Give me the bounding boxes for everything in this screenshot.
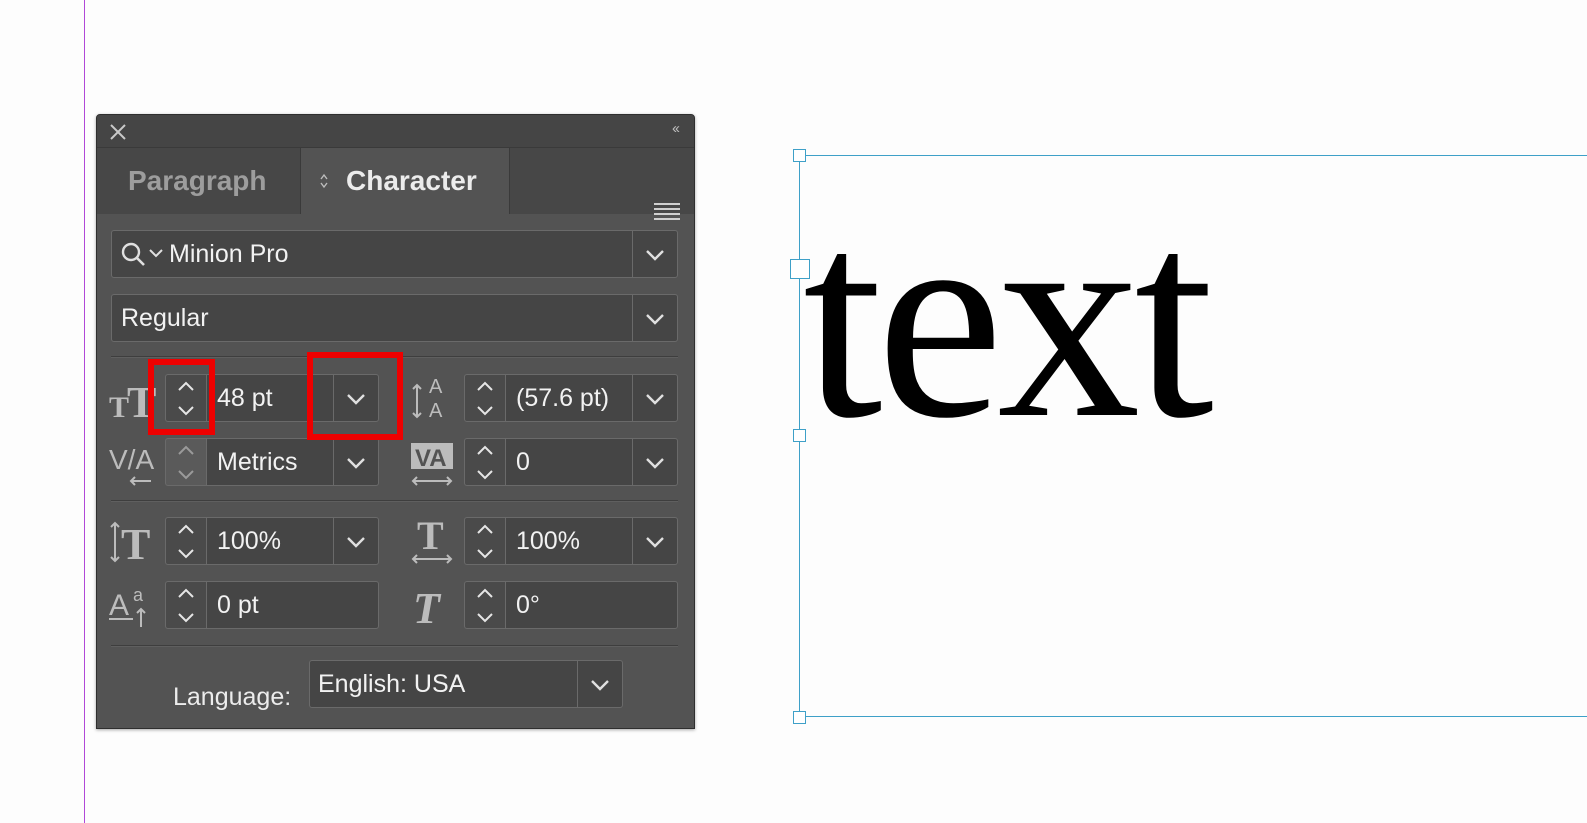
divider — [111, 645, 678, 647]
close-icon[interactable] — [107, 121, 129, 143]
horizontal-scale-field[interactable]: 100% — [505, 517, 678, 565]
baseline-shift-icon: A a — [109, 585, 146, 627]
tracking-field[interactable]: 0 — [505, 438, 678, 486]
leading-dropdown[interactable] — [632, 375, 677, 421]
language-label: Language: — [173, 683, 292, 711]
chevron-down-icon — [646, 394, 664, 405]
kerning-icon: V/A — [109, 444, 154, 486]
svg-text:V/A: V/A — [109, 444, 154, 475]
leading-stepper[interactable] — [464, 374, 506, 422]
svg-text:T: T — [121, 520, 150, 565]
language-dropdown[interactable] — [577, 661, 622, 707]
horizontal-scale-dropdown[interactable] — [632, 518, 677, 564]
skew-stepper[interactable] — [464, 581, 506, 629]
baseline-shift-field[interactable]: 0 pt — [206, 581, 379, 629]
font-style-field[interactable]: Regular — [111, 294, 678, 342]
tab-paragraph-label: Paragraph — [128, 165, 267, 196]
leading-icon: A A — [412, 376, 443, 421]
svg-text:A: A — [109, 589, 129, 622]
svg-text:a: a — [133, 585, 144, 605]
skew-icon: T — [413, 584, 442, 629]
tracking-dropdown[interactable] — [632, 439, 677, 485]
tracking-icon: VA — [411, 443, 453, 486]
stepper-arrows-icon — [477, 524, 493, 559]
stepper-arrows-icon — [477, 588, 493, 623]
horizontal-scale-icon: T — [411, 517, 453, 564]
chevron-down-icon — [646, 314, 664, 325]
vertical-scale-value: 100% — [217, 527, 281, 555]
stepper-arrows-icon — [477, 381, 493, 416]
horizontal-scale-stepper[interactable] — [464, 517, 506, 565]
stepper-arrows-icon — [178, 588, 194, 623]
font-style-value: Regular — [121, 304, 209, 332]
svg-text:A: A — [429, 376, 443, 398]
leading-value: (57.6 pt) — [516, 384, 610, 412]
panel-tabs: Paragraph Character — [97, 148, 694, 220]
svg-text:VA: VA — [415, 445, 447, 472]
chevron-down-icon — [646, 250, 664, 261]
tracking-stepper[interactable] — [464, 438, 506, 486]
svg-text:T: T — [413, 584, 442, 629]
tab-order-icon — [320, 173, 328, 189]
skew-field[interactable]: 0° — [505, 581, 678, 629]
vertical-scale-field[interactable]: 100% — [206, 517, 379, 565]
skew-value: 0° — [516, 591, 540, 619]
highlight-font-size-dropdown — [307, 352, 403, 440]
vertical-scale-icon: T — [110, 520, 150, 565]
leading-field[interactable]: (57.6 pt) — [505, 374, 678, 422]
collapse-panel-icon[interactable]: ‹‹ — [672, 120, 680, 137]
tab-character[interactable]: Character — [301, 148, 510, 214]
kerning-field[interactable]: Metrics — [206, 438, 379, 486]
chevron-down-icon — [347, 537, 365, 548]
kerning-stepper[interactable] — [165, 438, 207, 486]
stepper-arrows-icon — [178, 524, 194, 559]
font-family-value: Minion Pro — [169, 240, 289, 268]
panel-titlebar[interactable]: ‹‹ — [97, 115, 694, 148]
font-family-dropdown[interactable] — [632, 231, 677, 277]
kerning-dropdown[interactable] — [333, 439, 378, 485]
font-style-dropdown[interactable] — [632, 295, 677, 341]
vertical-scale-stepper[interactable] — [165, 517, 207, 565]
stepper-arrows-icon — [178, 445, 194, 480]
kerning-value: Metrics — [217, 448, 298, 476]
search-icon[interactable] — [120, 241, 164, 267]
chevron-down-icon — [646, 458, 664, 469]
chevron-down-icon — [591, 680, 609, 691]
svg-text:A: A — [429, 400, 443, 421]
margin-guide — [84, 0, 85, 823]
panel-menu-icon[interactable] — [654, 203, 680, 223]
svg-text:T: T — [417, 517, 444, 558]
stepper-arrows-icon — [477, 445, 493, 480]
baseline-shift-value: 0 pt — [217, 591, 259, 619]
font-family-field[interactable]: Minion Pro — [111, 230, 678, 278]
divider — [111, 500, 678, 502]
language-field[interactable]: English: USA — [309, 660, 623, 708]
baseline-shift-stepper[interactable] — [165, 581, 207, 629]
frame-handle-bottom-left[interactable] — [793, 711, 806, 724]
vertical-scale-dropdown[interactable] — [333, 518, 378, 564]
svg-text:T: T — [109, 391, 129, 423]
tab-paragraph[interactable]: Paragraph — [97, 148, 301, 214]
language-value: English: USA — [318, 670, 466, 698]
highlight-font-size-stepper — [148, 359, 215, 435]
horizontal-scale-value: 100% — [516, 527, 580, 555]
frame-text-content[interactable]: text — [803, 154, 1214, 484]
tab-character-label: Character — [346, 165, 477, 196]
tracking-value: 0 — [516, 448, 530, 476]
font-size-value: 48 pt — [217, 384, 273, 412]
chevron-down-icon — [646, 537, 664, 548]
chevron-down-icon — [347, 458, 365, 469]
